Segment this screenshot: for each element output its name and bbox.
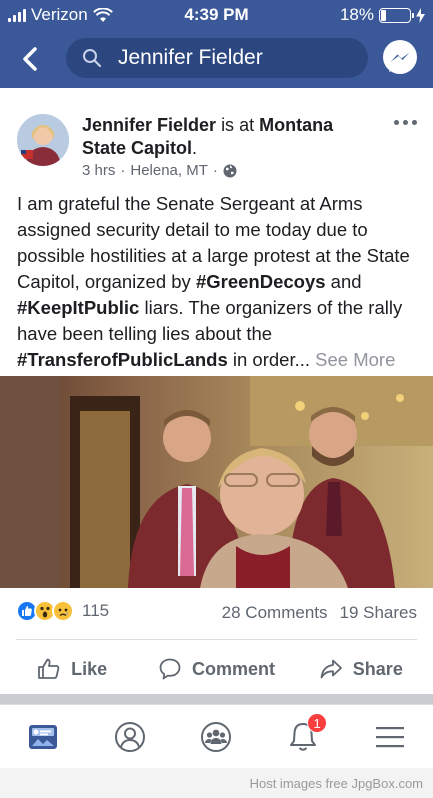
post-meta: 3 hrs · Helena, MT · bbox=[82, 162, 237, 179]
selfie-image bbox=[0, 376, 433, 588]
hamburger-menu-icon bbox=[375, 726, 404, 747]
post-time[interactable]: 3 hrs bbox=[82, 162, 115, 179]
comment-icon bbox=[159, 658, 181, 680]
post-text-part: and bbox=[325, 271, 362, 292]
search-icon bbox=[83, 49, 102, 68]
profile-photo bbox=[17, 114, 69, 166]
post-place[interactable]: Helena, MT bbox=[130, 162, 208, 179]
post-photo[interactable] bbox=[0, 376, 433, 588]
status-bar: Verizon 4:39 PM 18% bbox=[0, 0, 433, 30]
divider bbox=[16, 639, 417, 640]
tab-groups[interactable] bbox=[173, 705, 260, 768]
comment-button[interactable]: Comment bbox=[144, 648, 288, 690]
back-arrow-icon[interactable] bbox=[16, 44, 46, 74]
tab-notifications[interactable]: 1 bbox=[260, 705, 347, 768]
engagement-counts: 28 Comments 19 Shares bbox=[222, 603, 417, 623]
post-actions: Like Comment Share bbox=[0, 648, 433, 690]
nav-row: Jennifer Fielder bbox=[0, 36, 433, 80]
share-arrow-icon bbox=[320, 659, 342, 679]
more-options-icon[interactable] bbox=[394, 120, 417, 125]
see-more-link[interactable]: See More bbox=[315, 349, 395, 370]
messenger-icon[interactable] bbox=[381, 39, 419, 77]
share-button[interactable]: Share bbox=[289, 648, 433, 690]
meta-separator: · bbox=[120, 162, 126, 179]
post-text-part: in order... bbox=[227, 349, 316, 370]
post-text: I am grateful the Senate Sergeant at Arm… bbox=[17, 191, 419, 373]
post-header: Jennifer Fielder is at Montana State Cap… bbox=[82, 114, 372, 160]
watermark: Host images free JpgBox.com bbox=[0, 768, 433, 798]
comments-count[interactable]: 28 Comments bbox=[222, 603, 328, 623]
notification-badge: 1 bbox=[307, 713, 328, 733]
avatar[interactable] bbox=[17, 114, 69, 166]
feed-separator bbox=[0, 694, 433, 704]
charging-bolt-icon bbox=[416, 7, 425, 23]
thumbs-up-icon bbox=[38, 658, 60, 679]
hashtag-green-decoys[interactable]: #GreenDecoys bbox=[196, 271, 326, 292]
reaction-summary[interactable]: 115 bbox=[16, 600, 109, 622]
hashtag-keep-it-public[interactable]: #KeepItPublic bbox=[17, 297, 139, 318]
groups-icon bbox=[201, 721, 232, 752]
meta-separator: · bbox=[212, 162, 218, 179]
hashtag-transfer-public-lands[interactable]: #TransferofPublicLands bbox=[17, 349, 228, 370]
sad-reaction-icon bbox=[52, 600, 74, 622]
battery-icon bbox=[379, 7, 414, 23]
location-suffix: . bbox=[192, 138, 198, 158]
tab-profile[interactable] bbox=[87, 705, 174, 768]
author-name[interactable]: Jennifer Fielder bbox=[82, 115, 216, 135]
tab-news-feed[interactable] bbox=[0, 705, 87, 768]
battery-group: 18% bbox=[340, 5, 425, 25]
search-query[interactable]: Jennifer Fielder bbox=[118, 46, 263, 70]
checkin-text: is at bbox=[221, 115, 255, 135]
reaction-count: 115 bbox=[82, 601, 110, 620]
battery-percent: 18% bbox=[339, 5, 374, 24]
top-bar: Verizon 4:39 PM 18% Jennifer Fielder bbox=[0, 0, 433, 88]
news-feed-icon bbox=[29, 724, 58, 749]
globe-icon bbox=[223, 164, 237, 177]
search-bar[interactable]: Jennifer Fielder bbox=[66, 38, 368, 78]
shares-count[interactable]: 19 Shares bbox=[340, 603, 418, 623]
bottom-tab-bar: 1 bbox=[0, 704, 433, 768]
profile-icon bbox=[114, 721, 145, 752]
comment-label: Comment bbox=[191, 658, 275, 679]
like-label: Like bbox=[71, 658, 108, 679]
tab-menu[interactable] bbox=[346, 705, 433, 768]
share-label: Share bbox=[352, 658, 403, 679]
like-button[interactable]: Like bbox=[0, 648, 144, 690]
